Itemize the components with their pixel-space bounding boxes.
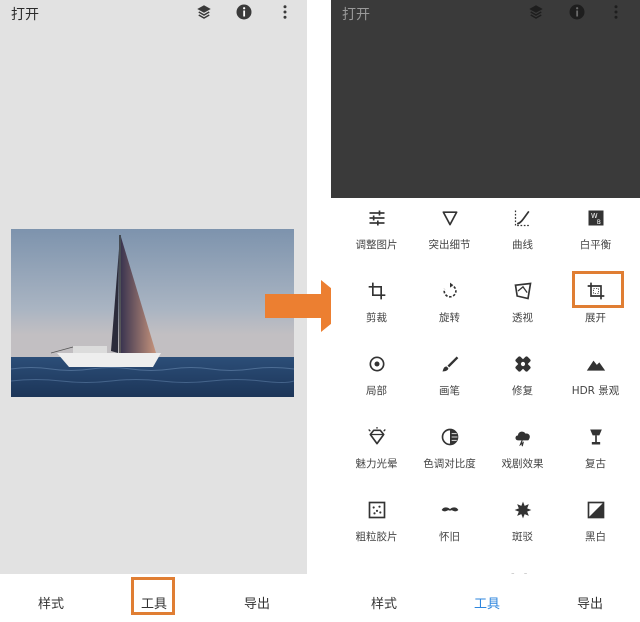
tool-black-white[interactable]: 黑白: [557, 490, 634, 550]
info-icon[interactable]: [568, 3, 586, 21]
selective-target-icon: [369, 356, 385, 372]
tool-vintage[interactable]: 复古: [557, 417, 634, 477]
vintage-lamp-icon: [590, 429, 602, 445]
hdr-mountain-icon: [586, 360, 606, 371]
tool-label: 曲线: [512, 239, 533, 251]
tool-white-balance[interactable]: W B 白平衡: [557, 198, 634, 258]
tool-label: 魅力光晕: [355, 458, 398, 470]
tool-hdr-scape[interactable]: HDR 景观: [557, 344, 634, 404]
tune-sliders-icon: [369, 210, 385, 226]
details-triangle-icon: [442, 211, 458, 226]
white-balance-icon: W B: [588, 210, 604, 226]
tool-label: 色调对比度: [423, 458, 476, 470]
healing-bandage-icon: [515, 356, 531, 372]
tool-tune-image[interactable]: 调整图片: [338, 198, 415, 258]
tab-styles[interactable]: 样式: [371, 593, 397, 612]
retrolux-mustache-icon: [441, 507, 459, 512]
tool-label: 调整图片: [355, 239, 398, 251]
tool-grunge[interactable]: 斑驳: [484, 490, 561, 550]
tool-label: 粗粒胶片: [355, 531, 398, 543]
tool-glamour-glow[interactable]: 魅力光晕: [338, 417, 415, 477]
svg-text:B: B: [597, 220, 601, 226]
tool-label: 局部: [366, 385, 387, 397]
tools-tab-highlight: [131, 577, 175, 615]
curves-icon: [514, 210, 531, 227]
tab-styles[interactable]: 样式: [38, 593, 64, 612]
tool-retrolux[interactable]: 怀旧: [411, 490, 488, 550]
tool-label: 复古: [585, 458, 606, 470]
open-button[interactable]: 打开: [11, 4, 39, 24]
tool-label: 修复: [512, 385, 533, 397]
open-button[interactable]: 打开: [342, 4, 370, 24]
tool-crop[interactable]: 剪裁: [338, 271, 415, 331]
tool-label: 透视: [512, 312, 533, 324]
tool-label: 突出细节: [428, 239, 471, 251]
grainy-film-icon: [368, 501, 386, 519]
drama-cloud-icon: [515, 431, 530, 447]
tonal-contrast-icon: [441, 428, 459, 446]
tab-tools[interactable]: 工具: [474, 593, 500, 612]
sailboat-photo: [11, 229, 294, 397]
crop-icon: [368, 282, 386, 300]
tool-tonal-contrast[interactable]: 色调对比度: [411, 417, 488, 477]
tool-label: 剪裁: [366, 312, 387, 324]
left-screen: 打开 样式 工具 导出: [0, 0, 307, 622]
tool-label: 白平衡: [579, 239, 612, 251]
tool-selective[interactable]: 局部: [338, 344, 415, 404]
layers-undo-icon[interactable]: [195, 3, 213, 21]
tab-export[interactable]: 导出: [577, 593, 603, 612]
grunge-icon: [514, 501, 532, 519]
top-app-bar: 打开: [331, 0, 640, 26]
tool-curves[interactable]: 曲线: [484, 198, 561, 258]
layers-undo-icon[interactable]: [527, 3, 545, 21]
dimmed-canvas: [331, 0, 640, 198]
tool-healing[interactable]: 修复: [484, 344, 561, 404]
tool-perspective[interactable]: 透视: [484, 271, 561, 331]
tool-brush[interactable]: 画笔: [411, 344, 488, 404]
tool-label: 展开: [585, 312, 606, 324]
more-vert-icon[interactable]: [276, 3, 294, 21]
tool-label: 怀旧: [439, 531, 460, 543]
tool-grainy-film[interactable]: 粗粒胶片: [338, 490, 415, 550]
black-white-icon: [587, 501, 605, 519]
top-app-bar: 打开: [0, 0, 307, 26]
tool-label: 戏剧效果: [501, 458, 544, 470]
tool-label: 旋转: [439, 312, 460, 324]
more-vert-icon[interactable]: [607, 3, 625, 21]
brush-icon: [442, 356, 459, 372]
glamour-diamond-icon: [368, 427, 386, 445]
bottom-nav: 样式 工具 导出: [331, 574, 640, 622]
tools-grid: 调整图片 突出细节 曲线 W B 白平衡 剪裁 旋转 透视 展开 局部 画笔 修…: [331, 198, 640, 580]
tool-label: HDR 景观: [571, 385, 620, 397]
info-icon[interactable]: [235, 3, 253, 21]
expand-tool-highlight: [572, 271, 624, 308]
tool-details[interactable]: 突出细节: [411, 198, 488, 258]
tool-label: 斑驳: [512, 531, 533, 543]
tool-label: 黑白: [585, 531, 606, 543]
tool-label: 画笔: [439, 385, 460, 397]
tool-rotate[interactable]: 旋转: [411, 271, 488, 331]
svg-text:W: W: [591, 212, 598, 220]
right-screen: 打开 调整图片 突出细节 曲线 W B 白平衡 剪裁 旋转 透视 展开 局部 画…: [331, 0, 640, 622]
tab-export[interactable]: 导出: [244, 593, 270, 612]
tool-drama[interactable]: 戏剧效果: [484, 417, 561, 477]
rotate-icon: [443, 282, 457, 298]
perspective-icon: [514, 282, 532, 300]
